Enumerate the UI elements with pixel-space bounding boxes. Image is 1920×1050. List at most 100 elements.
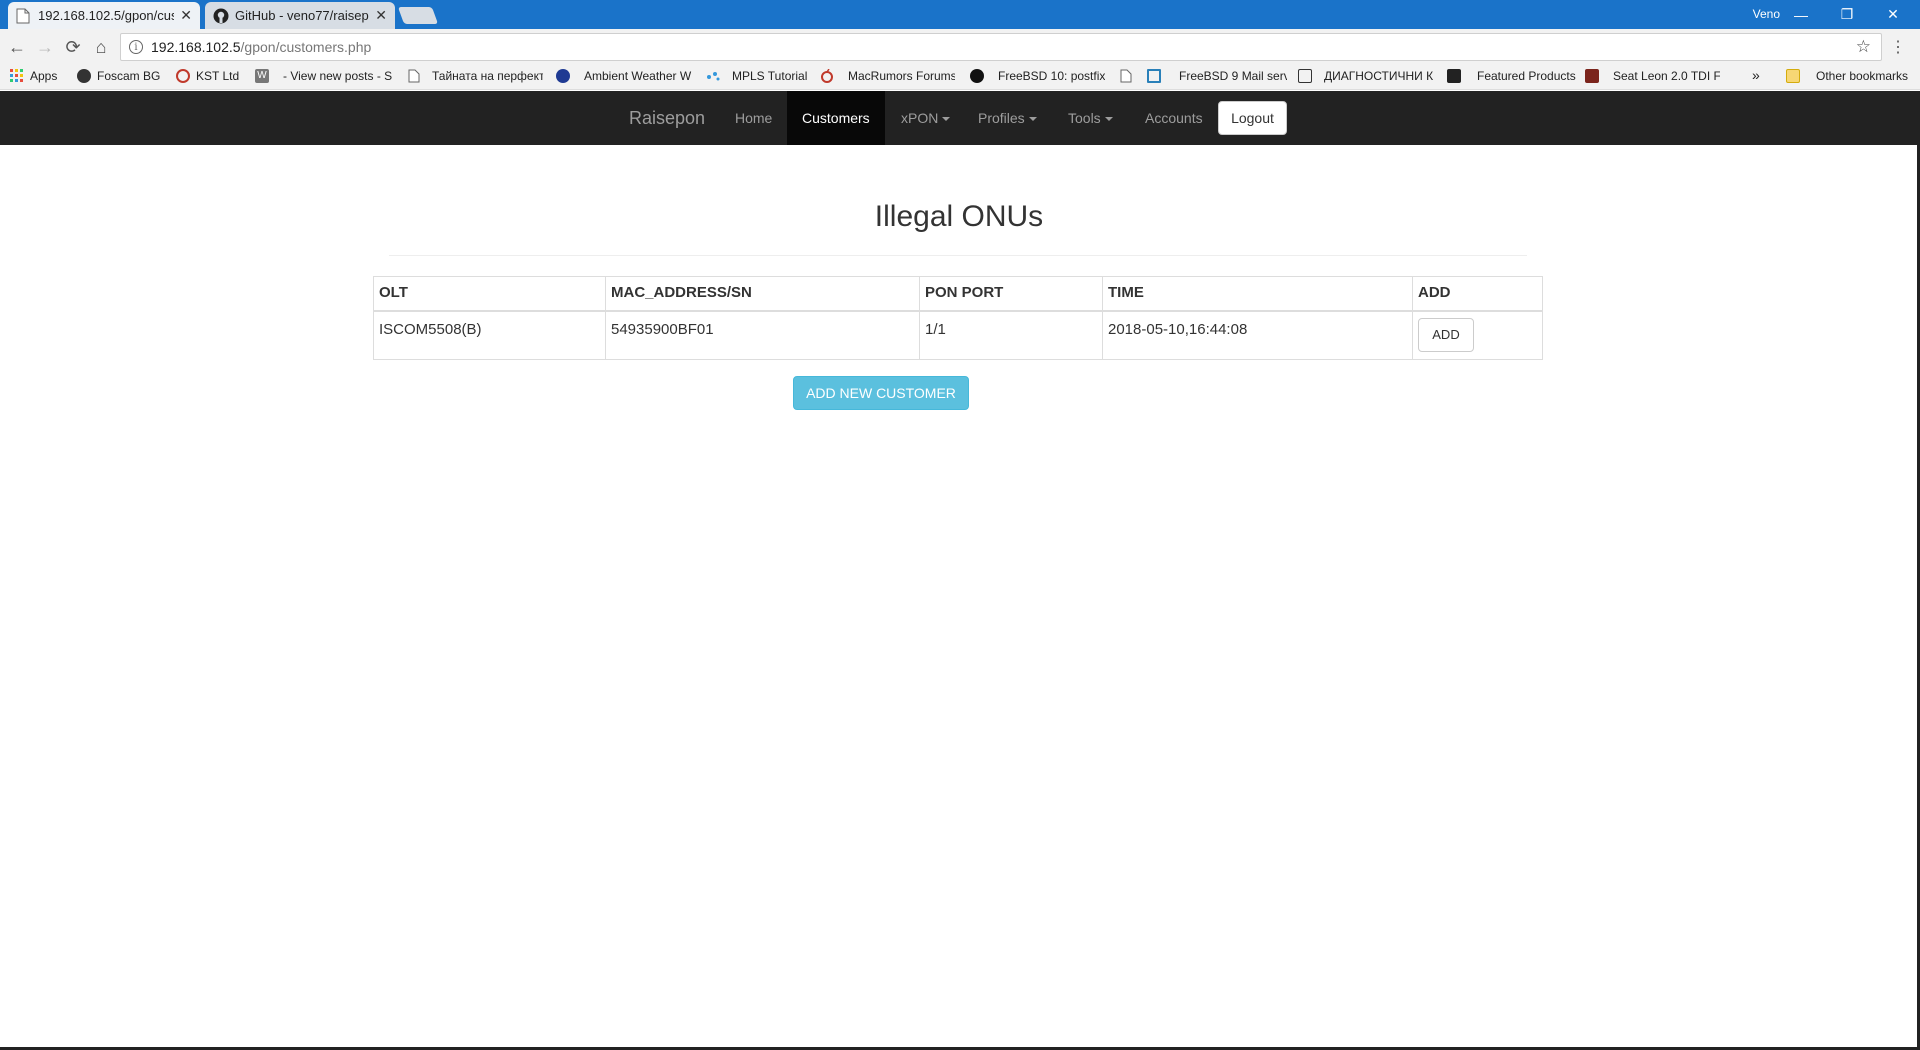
dots-icon xyxy=(706,69,720,83)
tab-title: GitHub - veno77/raisepo xyxy=(235,8,370,23)
app-navbar: Raisepon Home Customers xPON Profiles To… xyxy=(0,91,1920,145)
bookmark-diagnostichni[interactable]: ДИАГНОСТИЧНИ К xyxy=(1298,69,1436,83)
bookmark-featured-products[interactable]: Featured Products xyxy=(1447,69,1576,83)
bookmark-seat-leon[interactable]: Seat Leon 2.0 TDI FR xyxy=(1585,69,1720,83)
restore-button[interactable]: ❐ xyxy=(1824,0,1870,29)
add-new-customer-button[interactable]: ADD NEW CUSTOMER xyxy=(793,376,969,410)
reload-icon[interactable]: ⟳ xyxy=(62,36,84,58)
cell-pon-port: 1/1 xyxy=(919,310,1103,360)
illegal-onus-table: OLT MAC_ADDRESS/SN PON PORT TIME ADD ISC… xyxy=(373,276,1543,360)
bookmark-view-new-posts[interactable]: W - View new posts - S xyxy=(255,69,395,83)
folder-icon xyxy=(1786,69,1800,83)
tab-title: 192.168.102.5/gpon/cust xyxy=(38,8,175,23)
tab-github[interactable]: GitHub - veno77/raisepo ✕ xyxy=(205,2,395,29)
window-icon xyxy=(1147,69,1161,83)
compass-icon xyxy=(970,69,984,83)
bookmark-page[interactable] xyxy=(1120,69,1140,83)
bookmark-freebsd-mail[interactable]: FreeBSD 9 Mail serv xyxy=(1147,69,1287,83)
bookmark-label: KST Ltd xyxy=(196,69,240,83)
close-icon[interactable]: ✕ xyxy=(180,7,192,24)
brand-link[interactable]: Raisepon xyxy=(629,108,705,129)
column-header-mac: MAC_ADDRESS/SN xyxy=(605,276,920,312)
bookmark-label: FreeBSD 10: postfix, xyxy=(998,69,1105,83)
nav-home[interactable]: Home xyxy=(720,91,787,145)
w-icon: W xyxy=(255,69,269,83)
globe-icon xyxy=(556,69,570,83)
apple-icon xyxy=(820,69,834,83)
minimize-button[interactable]: — xyxy=(1778,0,1824,29)
star-icon[interactable]: ☆ xyxy=(1856,37,1871,57)
tab-customers[interactable]: 192.168.102.5/gpon/cust ✕ xyxy=(8,2,200,29)
nav-label: Profiles xyxy=(978,110,1025,126)
apps-icon xyxy=(10,69,24,83)
cell-add: ADD xyxy=(1412,310,1543,360)
url-host: 192.168.102.5 xyxy=(151,39,241,55)
github-icon xyxy=(213,8,229,24)
info-icon[interactable]: i xyxy=(129,40,143,54)
column-header-time: TIME xyxy=(1102,276,1413,312)
nav-customers[interactable]: Customers xyxy=(787,91,885,145)
bookmark-apps[interactable]: Apps xyxy=(10,69,57,83)
page-icon xyxy=(408,69,422,83)
bookmark-label: ДИАГНОСТИЧНИ К xyxy=(1324,69,1434,83)
other-bookmarks[interactable]: Other bookmarks xyxy=(1786,69,1908,83)
page-icon xyxy=(16,8,32,24)
kst-icon xyxy=(176,69,190,83)
camera-icon xyxy=(77,69,91,83)
bookmarks-overflow-button[interactable]: » xyxy=(1752,67,1760,83)
cell-time: 2018-05-10,16:44:08 xyxy=(1102,310,1413,360)
cell-olt: ISCOM5508(B) xyxy=(373,310,606,360)
page-title: Illegal ONUs xyxy=(874,200,1044,233)
menu-icon[interactable]: ⋮ xyxy=(1890,37,1906,57)
page-icon xyxy=(1120,69,1134,83)
logout-button[interactable]: Logout xyxy=(1218,101,1287,135)
bookmark-mpls[interactable]: MPLS Tutorial xyxy=(706,69,807,83)
bookmarks-bar: Apps Foscam BG KST Ltd W - View new post… xyxy=(0,65,1920,90)
home-icon[interactable]: ⌂ xyxy=(90,36,112,58)
bookmark-ambient-weather[interactable]: Ambient Weather W xyxy=(556,69,694,83)
bookmark-kst[interactable]: KST Ltd xyxy=(176,69,239,83)
nav-tools[interactable]: Tools xyxy=(1053,91,1128,145)
nav-label: Tools xyxy=(1068,110,1101,126)
bookmark-label: Тайната на перфект xyxy=(432,69,543,83)
bookmark-label: - View new posts - S xyxy=(283,69,393,83)
bookmark-label: FreeBSD 9 Mail serv xyxy=(1179,69,1287,83)
column-header-pon-port: PON PORT xyxy=(919,276,1103,312)
nav-profiles[interactable]: Profiles xyxy=(963,91,1052,145)
bookmark-label: Other bookmarks xyxy=(1816,69,1909,83)
nav-accounts[interactable]: Accounts xyxy=(1130,91,1218,145)
add-onu-button[interactable]: ADD xyxy=(1418,317,1474,352)
product-icon xyxy=(1447,69,1461,83)
bookmark-label: MPLS Tutorial xyxy=(732,69,808,83)
caret-down-icon xyxy=(1104,117,1113,122)
new-tab-button[interactable] xyxy=(397,7,439,24)
forward-arrow-icon[interactable]: → xyxy=(34,36,56,58)
browser-toolbar: ← → ⟳ ⌂ i 192.168.102.5/gpon/customers.p… xyxy=(0,29,1920,65)
bookmark-label: Featured Products xyxy=(1477,69,1576,83)
back-arrow-icon[interactable]: ← xyxy=(6,36,28,58)
bookmark-freebsd-postfix[interactable]: FreeBSD 10: postfix, xyxy=(970,69,1105,83)
bookmark-label: Seat Leon 2.0 TDI FR xyxy=(1613,69,1720,83)
profile-name[interactable]: Veno xyxy=(1753,7,1780,21)
column-header-add: ADD xyxy=(1412,276,1543,312)
clipboard-icon xyxy=(1298,69,1312,83)
bookmark-label: MacRumors Forums xyxy=(848,69,955,83)
bookmark-label: Foscam BG xyxy=(97,69,161,83)
close-window-button[interactable]: ✕ xyxy=(1870,0,1916,29)
bookmark-macrumors[interactable]: MacRumors Forums xyxy=(820,69,955,83)
bookmark-foscam[interactable]: Foscam BG xyxy=(77,69,160,83)
close-icon[interactable]: ✕ xyxy=(375,7,387,24)
nav-xpon[interactable]: xPON xyxy=(886,91,965,145)
seat-icon xyxy=(1585,69,1599,83)
table-row: ISCOM5508(B) 54935900BF01 1/1 2018-05-10… xyxy=(373,310,1543,360)
divider xyxy=(389,255,1527,256)
bookmark-label: Apps xyxy=(30,69,58,83)
browser-titlebar: 192.168.102.5/gpon/cust ✕ GitHub - veno7… xyxy=(0,0,1920,29)
column-header-olt: OLT xyxy=(373,276,606,312)
address-bar[interactable]: i 192.168.102.5/gpon/customers.php ☆ xyxy=(120,33,1882,61)
nav-label: xPON xyxy=(901,110,939,126)
cell-mac: 54935900BF01 xyxy=(605,310,920,360)
bookmark-tainata[interactable]: Тайната на перфект xyxy=(408,69,543,83)
caret-down-icon xyxy=(942,117,951,122)
bookmark-label: Ambient Weather W xyxy=(584,69,692,83)
